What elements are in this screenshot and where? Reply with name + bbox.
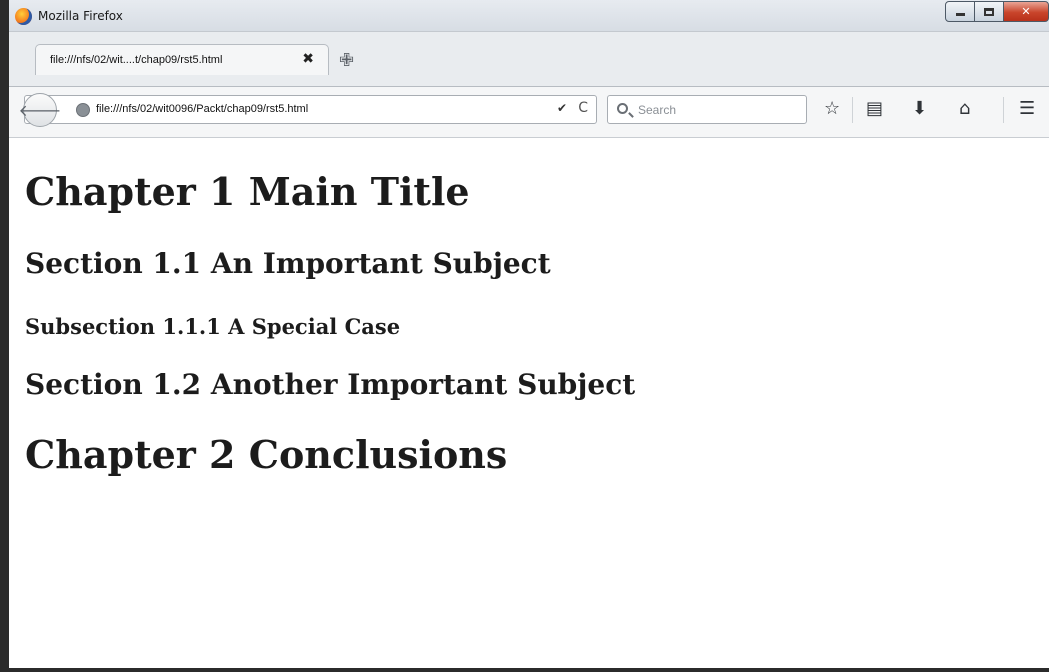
- window-title: Mozilla Firefox: [38, 9, 123, 23]
- back-button[interactable]: 🡐: [19, 93, 61, 127]
- toolbar-separator: [852, 97, 853, 123]
- heading-chapter-2: Chapter 2 Conclusions: [25, 432, 508, 477]
- url-text[interactable]: file:///nfs/02/wit0096/Packt/chap09/rst5…: [96, 103, 308, 115]
- tab-strip: file:///nfs/02/wit....t/chap09/rst5.html…: [9, 32, 1049, 86]
- toolbar-separator: [1003, 97, 1004, 123]
- title-bar: Mozilla Firefox ✕: [9, 0, 1049, 32]
- back-arrow-icon: 🡐: [18, 101, 62, 120]
- close-window-button[interactable]: ✕: [1003, 1, 1049, 22]
- home-icon[interactable]: ⌂: [959, 99, 970, 119]
- download-icon[interactable]: ⬇: [912, 99, 927, 119]
- history-dropdown-icon[interactable]: ✔: [557, 101, 567, 115]
- reload-icon[interactable]: C: [578, 100, 588, 116]
- menu-icon[interactable]: ☰: [1019, 99, 1035, 119]
- maximize-icon: [984, 7, 994, 16]
- page-content: Chapter 1 Main Title Section 1.1 An Impo…: [9, 138, 1049, 668]
- tab-close-icon[interactable]: ✖: [302, 51, 314, 67]
- url-bar[interactable]: 🡐 file:///nfs/02/wit0096/Packt/chap09/rs…: [19, 93, 597, 127]
- tab-label: file:///nfs/02/wit....t/chap09/rst5.html: [50, 54, 223, 66]
- window-controls: ✕: [945, 1, 1049, 22]
- heading-section-1-2: Section 1.2 Another Important Subject: [25, 368, 636, 401]
- heading-subsection-1-1-1: Subsection 1.1.1 A Special Case: [25, 314, 401, 339]
- minimize-icon: [955, 13, 965, 16]
- browser-window: Mozilla Firefox ✕ file:///nfs/02/wit....…: [0, 0, 1049, 672]
- tab-rst5[interactable]: file:///nfs/02/wit....t/chap09/rst5.html…: [35, 44, 329, 75]
- star-icon[interactable]: ☆: [824, 99, 840, 119]
- navigation-bar: 🡐 file:///nfs/02/wit0096/Packt/chap09/rs…: [9, 86, 1049, 138]
- maximize-button[interactable]: [974, 1, 1004, 22]
- minimize-button[interactable]: [945, 1, 975, 22]
- search-input[interactable]: Search: [607, 95, 807, 124]
- new-tab-icon[interactable]: ✙: [339, 52, 354, 70]
- search-icon: [617, 103, 628, 114]
- search-placeholder: Search: [638, 103, 677, 117]
- site-identity-icon[interactable]: [76, 103, 90, 117]
- firefox-logo-icon: [15, 8, 32, 25]
- heading-chapter-1: Chapter 1 Main Title: [25, 169, 470, 214]
- close-icon: ✕: [1021, 5, 1031, 18]
- heading-section-1-1: Section 1.1 An Important Subject: [25, 247, 551, 280]
- reading-list-icon[interactable]: ▤: [866, 99, 883, 119]
